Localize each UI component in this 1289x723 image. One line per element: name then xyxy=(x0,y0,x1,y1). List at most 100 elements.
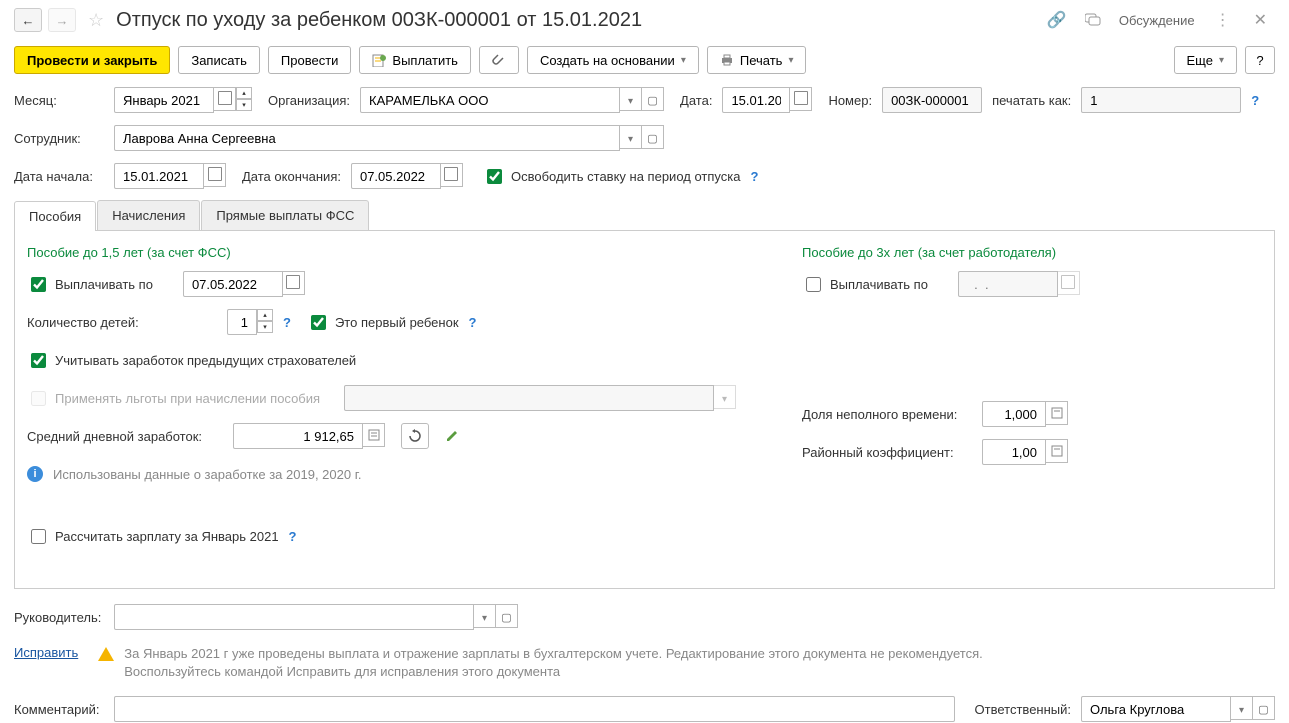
children-help-icon[interactable]: ? xyxy=(283,315,291,330)
tab-accruals[interactable]: Начисления xyxy=(97,200,200,230)
first-child-label: Это первый ребенок xyxy=(335,315,459,330)
number-label: Номер: xyxy=(828,93,872,108)
create-based-label: Создать на основании xyxy=(540,53,675,68)
printer-icon xyxy=(720,53,734,67)
fix-link[interactable]: Исправить xyxy=(14,645,78,660)
save-button[interactable]: Записать xyxy=(178,46,260,74)
calc-salary-help-icon[interactable]: ? xyxy=(289,529,297,544)
tab-benefits[interactable]: Пособия xyxy=(14,201,96,231)
benefits-dropdown xyxy=(714,385,736,409)
attach-button[interactable] xyxy=(479,46,519,74)
release-rate-checkbox[interactable] xyxy=(487,169,502,184)
employee-label: Сотрудник: xyxy=(14,131,104,146)
pay-until-15-date[interactable] xyxy=(190,276,276,293)
responsible-input[interactable] xyxy=(1088,701,1224,718)
release-rate-label: Освободить ставку на период отпуска xyxy=(511,169,741,184)
paperclip-icon xyxy=(492,53,506,67)
month-down[interactable]: ▾ xyxy=(236,99,252,111)
org-open[interactable] xyxy=(642,87,664,111)
pay-until-15-calendar-icon[interactable] xyxy=(283,271,305,295)
pay-button[interactable]: Выплатить xyxy=(359,46,471,74)
children-up[interactable]: ▴ xyxy=(257,309,273,321)
avg-daily-input[interactable] xyxy=(240,428,356,445)
month-input[interactable] xyxy=(121,92,207,109)
calc-salary-checkbox[interactable] xyxy=(31,529,46,544)
earnings-info-text: Использованы данные о заработке за 2019,… xyxy=(53,467,361,482)
tab-direct-fss[interactable]: Прямые выплаты ФСС xyxy=(201,200,369,230)
employee-input[interactable] xyxy=(121,130,613,147)
employee-dropdown[interactable] xyxy=(620,125,642,149)
more-button[interactable]: Еще ▾ xyxy=(1174,46,1237,74)
region-coef-calc-icon[interactable] xyxy=(1046,439,1068,463)
benefit-15-title: Пособие до 1,5 лет (за счет ФСС) xyxy=(27,245,742,260)
create-based-on-button[interactable]: Создать на основании ▾ xyxy=(527,46,699,74)
discussion-link[interactable]: Обсуждение xyxy=(1113,13,1201,28)
avg-daily-calc-icon[interactable] xyxy=(363,423,385,447)
region-coef-input[interactable] xyxy=(989,444,1039,461)
benefits-select xyxy=(351,390,707,407)
month-label: Месяц: xyxy=(14,93,104,108)
page-title: Отпуск по уходу за ребенком 00ЗК-000001 … xyxy=(116,9,1035,32)
date-input[interactable] xyxy=(729,92,783,109)
favorite-icon[interactable]: ☆ xyxy=(88,10,104,31)
release-help-icon[interactable]: ? xyxy=(750,169,758,184)
manager-open[interactable] xyxy=(496,604,518,628)
children-down[interactable]: ▾ xyxy=(257,321,273,333)
chevron-down-icon: ▾ xyxy=(1219,55,1224,66)
pay-label: Выплатить xyxy=(392,53,458,68)
calc-salary-label: Рассчитать зарплату за Январь 2021 xyxy=(55,529,279,544)
responsible-dropdown[interactable] xyxy=(1231,696,1253,720)
prev-insurers-checkbox[interactable] xyxy=(31,353,46,368)
children-count-label: Количество детей: xyxy=(27,315,217,330)
discussion-icon[interactable] xyxy=(1079,13,1107,27)
help-icon[interactable]: ? xyxy=(1251,93,1259,108)
close-icon[interactable]: ✕ xyxy=(1246,10,1275,30)
help-button[interactable]: ? xyxy=(1245,46,1275,74)
kebab-menu-icon[interactable]: ⋮ xyxy=(1207,10,1240,30)
avg-daily-label: Средний дневной заработок: xyxy=(27,429,217,444)
responsible-label: Ответственный: xyxy=(975,702,1071,717)
pay-until-3-checkbox[interactable] xyxy=(806,277,821,292)
children-count-input[interactable] xyxy=(234,314,250,331)
org-label: Организация: xyxy=(268,93,350,108)
org-input[interactable] xyxy=(367,92,613,109)
link-icon[interactable]: 🔗 xyxy=(1041,10,1073,30)
pay-until-15-checkbox[interactable] xyxy=(31,277,46,292)
end-date-input[interactable] xyxy=(358,168,434,185)
warning-text: За Январь 2021 г уже проведены выплата и… xyxy=(124,645,1024,681)
org-dropdown[interactable] xyxy=(620,87,642,111)
post-button[interactable]: Провести xyxy=(268,46,352,74)
responsible-open[interactable] xyxy=(1253,696,1275,720)
start-calendar-icon[interactable] xyxy=(204,163,226,187)
date-calendar-icon[interactable] xyxy=(790,87,812,111)
refresh-button[interactable] xyxy=(401,423,429,449)
benefits-disabled-checkbox xyxy=(31,391,46,406)
number-field xyxy=(889,92,975,109)
print-as-label: печатать как: xyxy=(992,93,1071,108)
back-button[interactable]: ← xyxy=(14,8,42,32)
calendar-icon[interactable] xyxy=(214,87,236,111)
date-label: Дата: xyxy=(680,93,712,108)
print-as-field xyxy=(1088,92,1234,109)
employee-open[interactable] xyxy=(642,125,664,149)
comment-label: Комментарий: xyxy=(14,702,104,717)
parttime-calc-icon[interactable] xyxy=(1046,401,1068,425)
parttime-input[interactable] xyxy=(989,406,1039,423)
first-child-checkbox[interactable] xyxy=(311,315,326,330)
end-date-label: Дата окончания: xyxy=(242,169,341,184)
start-date-input[interactable] xyxy=(121,168,197,185)
post-and-close-button[interactable]: Провести и закрыть xyxy=(14,46,170,74)
chevron-down-icon: ▾ xyxy=(681,55,686,66)
month-up[interactable]: ▴ xyxy=(236,87,252,99)
first-child-help-icon[interactable]: ? xyxy=(469,315,477,330)
warning-icon xyxy=(98,647,114,661)
manager-label: Руководитель: xyxy=(14,610,104,625)
print-button[interactable]: Печать ▾ xyxy=(707,46,807,74)
comment-input[interactable] xyxy=(121,701,948,718)
manager-input[interactable] xyxy=(121,609,467,626)
pay-until-3-label: Выплачивать по xyxy=(830,277,928,292)
end-calendar-icon[interactable] xyxy=(441,163,463,187)
benefits-disabled-label: Применять льготы при начислении пособия xyxy=(55,391,320,406)
manager-dropdown[interactable] xyxy=(474,604,496,628)
edit-pencil-icon[interactable] xyxy=(445,429,459,443)
